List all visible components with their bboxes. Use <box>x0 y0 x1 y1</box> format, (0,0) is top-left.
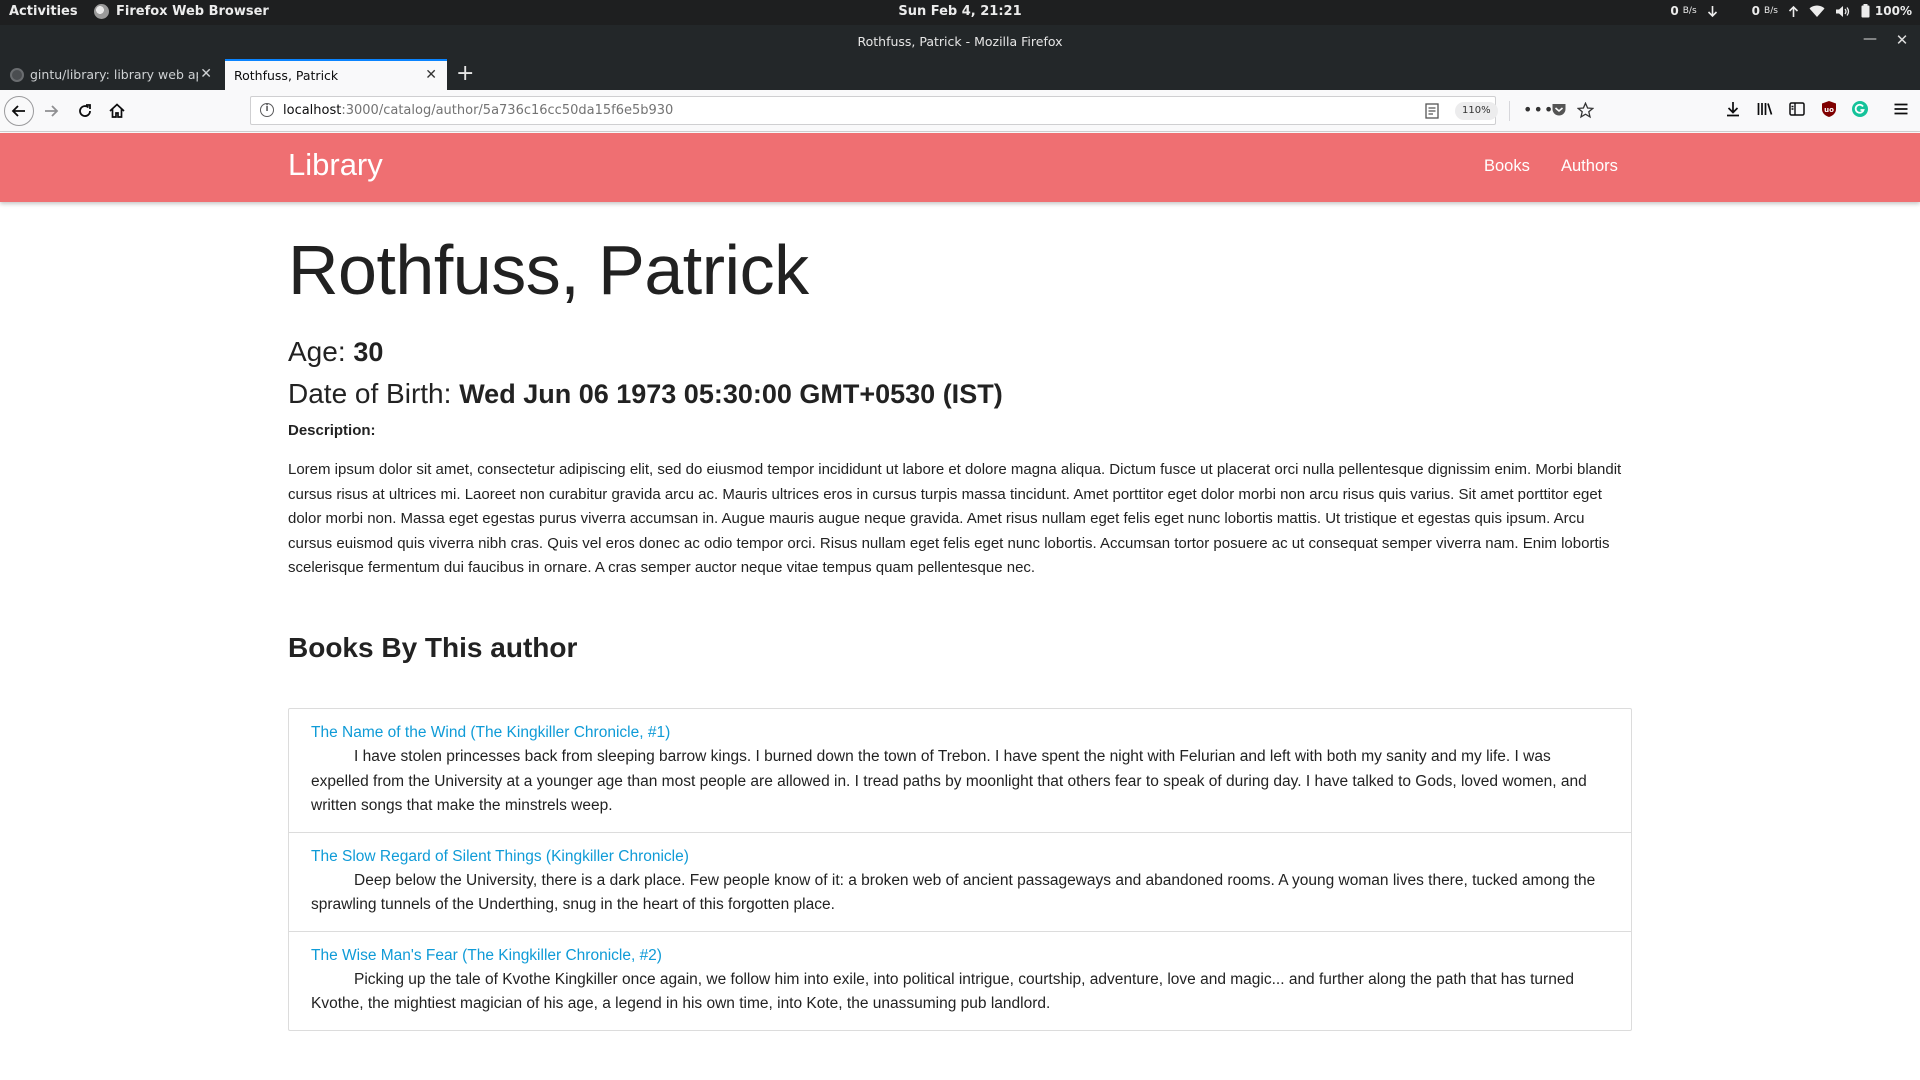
sidebar-icon[interactable] <box>1788 100 1806 122</box>
downloads-icon[interactable] <box>1724 100 1742 122</box>
date-of-birth-line: Date of Birth: Wed Jun 06 1973 05:30:00 … <box>288 378 1003 410</box>
navigation-toolbar: i localhost:3000/catalog/author/5a736c16… <box>0 90 1920 132</box>
books-section-heading: Books By This author <box>288 632 578 663</box>
tab-strip: gintu/library: library web ap ✕ Rothfuss… <box>0 59 1920 90</box>
close-window-icon[interactable]: ✕ <box>1894 31 1910 49</box>
site-brand-link[interactable]: Library <box>288 147 383 183</box>
clock[interactable]: Sun Feb 4, 21:21 <box>0 4 1920 19</box>
url-text[interactable]: localhost:3000/catalog/author/5a736c16cc… <box>283 103 673 118</box>
description-label: Description: <box>288 422 376 439</box>
github-icon <box>10 67 24 82</box>
home-button[interactable] <box>104 98 130 124</box>
age-line: Age: 30 <box>288 336 383 368</box>
arrow-down-icon <box>1707 5 1717 17</box>
back-button[interactable] <box>4 96 34 126</box>
new-tab-icon[interactable]: + <box>456 61 474 86</box>
hamburger-menu-icon[interactable] <box>1892 100 1910 122</box>
minimize-icon[interactable]: — <box>1862 31 1878 47</box>
book-title-link[interactable]: The Name of the Wind (The Kingkiller Chr… <box>311 721 1609 745</box>
arrow-left-icon <box>11 105 25 117</box>
date-of-birth-value: Wed Jun 06 1973 05:30:00 GMT+0530 (IST) <box>459 379 1003 409</box>
window-title-bar: Rothfuss, Patrick - Mozilla Firefox — ✕ <box>0 25 1920 59</box>
urlbar-separator <box>1509 101 1510 121</box>
battery-level: 100% <box>1874 4 1912 18</box>
net-down-unit: B/s <box>1682 6 1697 16</box>
author-description: Lorem ipsum dolor sit amet, consectetur … <box>288 461 1622 576</box>
nav-link-books[interactable]: Books <box>1484 157 1530 176</box>
net-up-value: 0 <box>1751 4 1761 18</box>
author-name-heading: Rothfuss, Patrick <box>288 231 809 309</box>
age-label: Age: <box>288 336 354 367</box>
book-title-link[interactable]: The Wise Man's Fear (The Kingkiller Chro… <box>311 944 1609 968</box>
reader-view-icon[interactable] <box>1425 103 1439 123</box>
site-info-icon[interactable]: i <box>260 103 274 117</box>
bookmark-star-icon[interactable] <box>1576 101 1595 123</box>
svg-text:uo: uo <box>1824 106 1834 114</box>
close-tab-icon[interactable]: ✕ <box>425 67 437 83</box>
library-icon[interactable] <box>1756 100 1774 122</box>
nav-link-authors[interactable]: Authors <box>1561 157 1618 176</box>
date-of-birth-label: Date of Birth: <box>288 378 460 409</box>
close-tab-icon[interactable]: ✕ <box>200 66 212 82</box>
book-summary: Deep below the University, there is a da… <box>311 871 1596 914</box>
volume-icon <box>1835 5 1850 17</box>
net-down-value: 0 <box>1670 4 1679 18</box>
system-tray[interactable]: 0 B/s 0 B/s 100% <box>1670 4 1912 18</box>
page-actions-icon[interactable]: ••• <box>1523 100 1554 119</box>
system-top-bar: Activities Firefox Web Browser Sun Feb 4… <box>0 0 1920 25</box>
tab-github-library[interactable]: gintu/library: library web ap ✕ <box>0 59 222 90</box>
tab-label: gintu/library: library web ap <box>30 67 198 82</box>
book-title-link[interactable]: The Slow Regard of Silent Things (Kingki… <box>311 845 1609 869</box>
book-list-item: The Wise Man's Fear (The Kingkiller Chro… <box>289 932 1631 1030</box>
forward-button[interactable] <box>38 98 64 124</box>
book-summary: I have stolen princesses back from sleep… <box>311 748 1587 814</box>
net-up-unit: B/s <box>1764 6 1778 16</box>
site-navbar: Library Books Authors <box>0 133 1920 202</box>
arrow-up-icon <box>1788 5 1798 17</box>
pocket-icon[interactable] <box>1551 102 1567 122</box>
book-list-item: The Slow Regard of Silent Things (Kingki… <box>289 833 1631 932</box>
window-title: Rothfuss, Patrick - Mozilla Firefox <box>857 34 1063 49</box>
address-bar[interactable]: i localhost:3000/catalog/author/5a736c16… <box>250 96 1595 125</box>
reload-button[interactable] <box>72 98 98 124</box>
age-value: 30 <box>353 337 384 367</box>
book-summary: Picking up the tale of Kvothe Kingkiller… <box>311 970 1575 1013</box>
ublock-origin-icon[interactable]: uo <box>1821 100 1837 122</box>
grammarly-icon[interactable] <box>1851 100 1869 122</box>
reload-icon <box>79 104 91 117</box>
arrow-right-icon <box>45 105 59 117</box>
page-viewport: Library Books Authors Rothfuss, Patrick … <box>0 133 1920 1080</box>
url-path: :3000/catalog/author/5a736c16cc50da15f6e… <box>341 103 674 118</box>
home-icon <box>109 103 125 118</box>
zoom-level-button[interactable]: 110% <box>1455 102 1498 120</box>
url-host: localhost <box>283 103 342 118</box>
wifi-icon <box>1809 5 1825 17</box>
book-list: The Name of the Wind (The Kingkiller Chr… <box>288 708 1632 1031</box>
tab-label: Rothfuss, Patrick <box>234 68 339 83</box>
battery-icon <box>1861 4 1870 18</box>
tab-author-page[interactable]: Rothfuss, Patrick ✕ <box>225 59 447 90</box>
book-list-item: The Name of the Wind (The Kingkiller Chr… <box>289 709 1631 833</box>
